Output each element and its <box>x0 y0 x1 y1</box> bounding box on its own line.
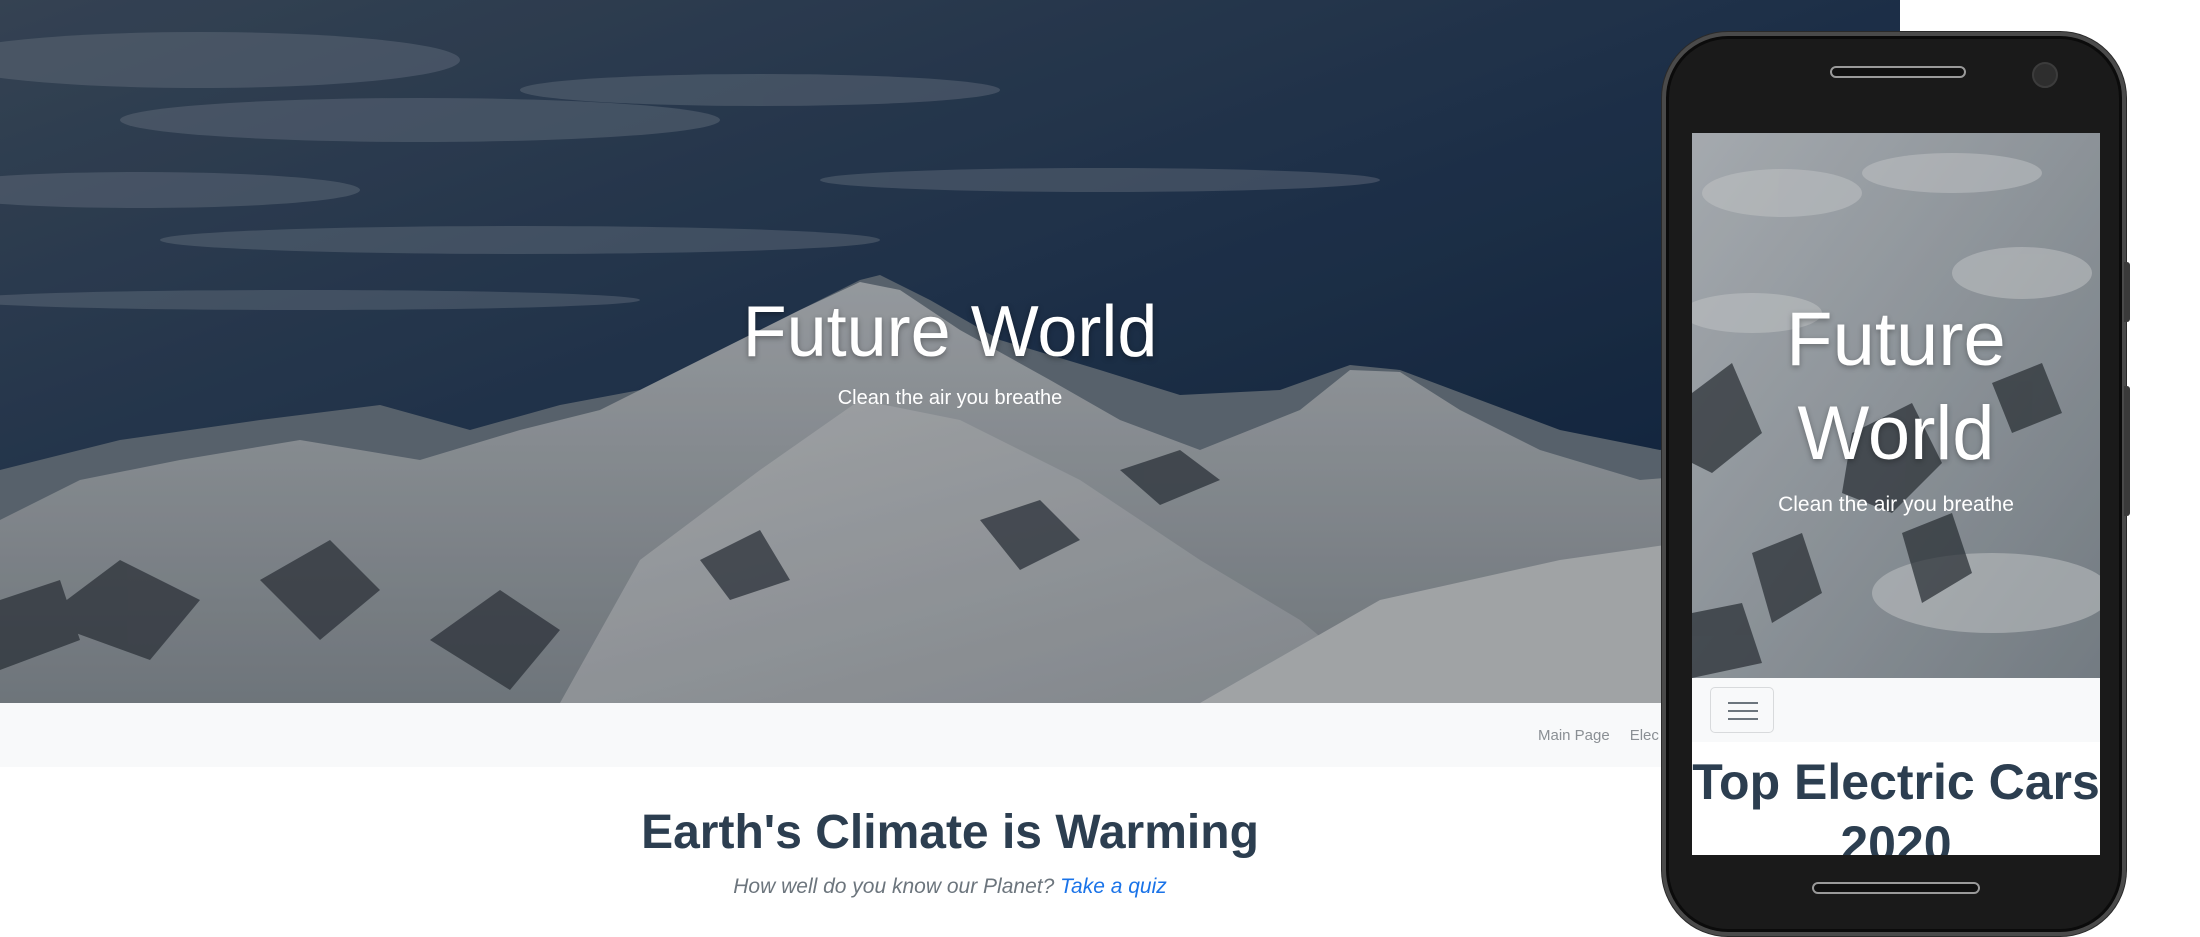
navbar-toggler-button[interactable] <box>1710 687 1774 733</box>
nav-links: Main Page Elec <box>1538 703 1659 767</box>
hero-title: Future World <box>742 292 1158 372</box>
mobile-hero-subtitle: Clean the air you breathe <box>1778 493 2014 516</box>
quiz-link[interactable]: Take a quiz <box>1060 875 1167 898</box>
desktop-page: Future World Clean the air you breathe M… <box>0 0 1900 937</box>
mobile-hero-banner: Future World Clean the air you breathe <box>1692 133 2100 678</box>
nav-link-electric[interactable]: Elec <box>1630 727 1659 744</box>
phone-mockup: Future World Clean the air you breathe T… <box>1662 32 2130 936</box>
section-subtitle: How well do you know our Planet? Take a … <box>0 873 1900 901</box>
phone-camera <box>2032 62 2058 88</box>
phone-earpiece <box>1830 66 1966 78</box>
section-title: Earth's Climate is Warming <box>641 806 1259 859</box>
phone-side-button-top <box>2124 262 2130 322</box>
phone-bottom-speaker <box>1812 882 1980 894</box>
hero-banner: Future World Clean the air you breathe <box>0 0 1900 703</box>
navbar: Main Page Elec <box>0 703 1900 767</box>
mobile-section-heading: Top Electric Cars 2020 <box>1692 754 2100 855</box>
nav-link-main-page[interactable]: Main Page <box>1538 727 1610 744</box>
hero-subtitle: Clean the air you breathe <box>837 387 1063 409</box>
mobile-hero-title: Future World <box>1786 297 2006 476</box>
mobile-navbar <box>1692 678 2100 742</box>
phone-screen: Future World Clean the air you breathe T… <box>1692 133 2100 855</box>
phone-side-button-bottom <box>2124 386 2130 516</box>
section-subtitle-text: How well do you know our Planet? <box>733 875 1055 898</box>
